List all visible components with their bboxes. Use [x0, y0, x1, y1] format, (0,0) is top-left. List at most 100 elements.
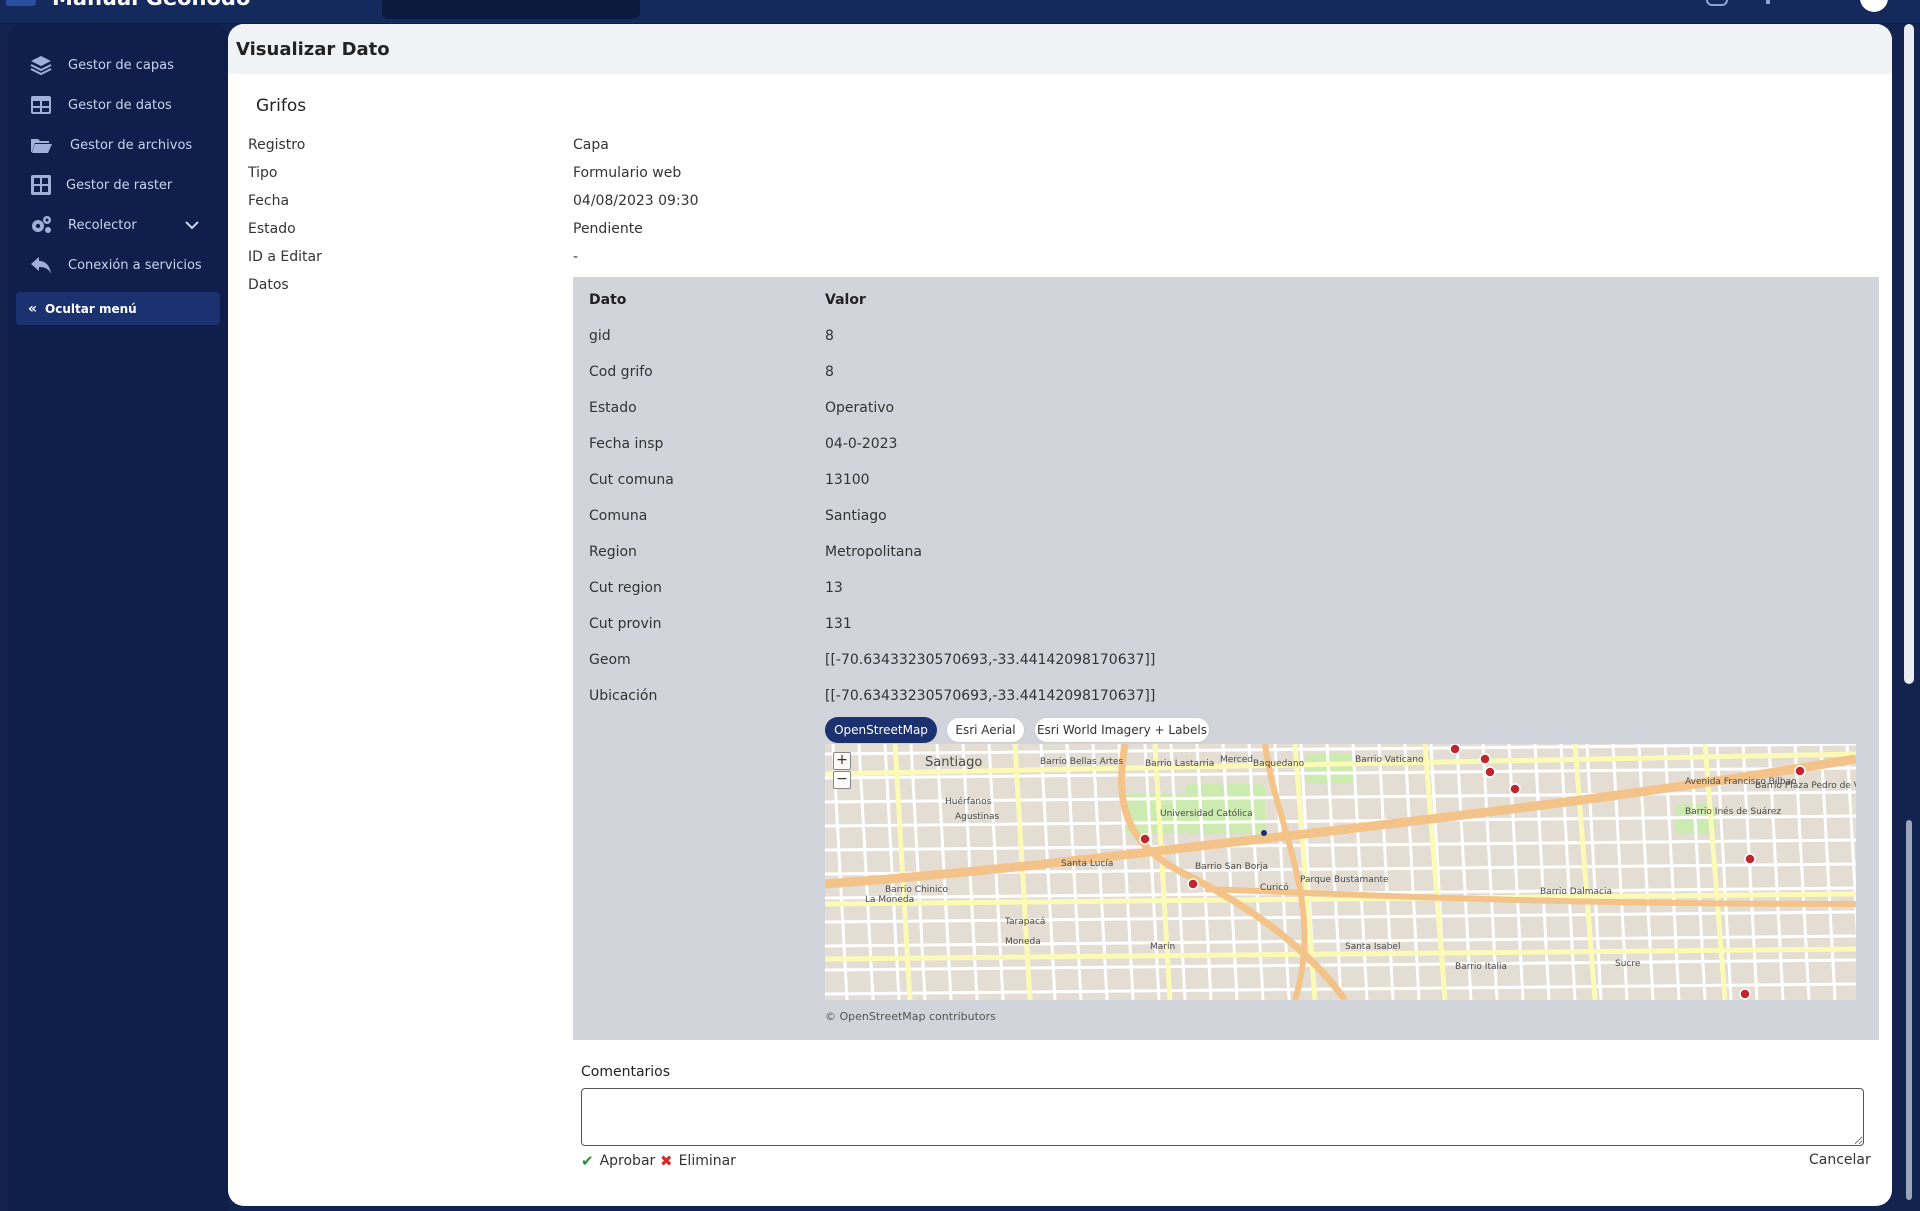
sidebar: Gestor de capas Gestor de datos Gestor d…: [8, 24, 228, 1211]
map-label: Moneda: [1005, 937, 1041, 947]
table-row-value: Operativo: [825, 400, 895, 416]
table-row-value: 13: [825, 580, 843, 596]
approve-button[interactable]: ✔ Aprobar: [581, 1152, 655, 1170]
chevron-down-icon[interactable]: [184, 217, 200, 233]
scrollbar-thumb[interactable]: [1906, 820, 1912, 1200]
zoom-out-button[interactable]: −: [833, 771, 851, 789]
top-nav-tab[interactable]: [382, 0, 640, 19]
table-row-key: Comuna: [589, 508, 648, 524]
sidebar-item-gestor-datos[interactable]: Gestor de datos: [8, 90, 228, 120]
top-bar: Manual Geonodo: [0, 0, 1920, 24]
table-row-key: Region: [589, 544, 637, 560]
sidebar-item-label: Gestor de archivos: [70, 137, 193, 153]
cancel-button[interactable]: Cancelar: [1809, 1152, 1871, 1168]
map-poi-marker: [1794, 765, 1806, 777]
sidebar-item-gestor-capas[interactable]: Gestor de capas: [8, 50, 228, 80]
map-label: Marín: [1150, 942, 1175, 952]
map-label: Curicó: [1260, 882, 1289, 893]
help-icon[interactable]: [1766, 0, 1770, 4]
map-attribution: © OpenStreetMap contributors: [825, 1010, 996, 1023]
table-row-value: [[-70.63433230570693,-33.44142098170637]…: [825, 652, 1156, 668]
scrollbar-track[interactable]: [1904, 24, 1914, 684]
map-poi-marker: [1479, 753, 1491, 765]
map-label: Barrio Chinico: [885, 885, 948, 895]
double-chevron-left-icon: «: [28, 300, 38, 317]
map-label: Tarapacá: [1004, 917, 1045, 927]
delete-button[interactable]: ✖ Eliminar: [660, 1152, 736, 1170]
app-title: Manual Geonodo: [52, 0, 250, 10]
map-layer-esri-aerial-button[interactable]: Esri Aerial: [946, 717, 1025, 743]
page-title: Visualizar Dato: [228, 24, 1892, 74]
fecha-label: Fecha: [248, 193, 290, 209]
comments-textarea[interactable]: [581, 1088, 1864, 1146]
map-poi-marker: [1739, 988, 1751, 1000]
map-label: Huérfanos: [945, 796, 992, 807]
check-icon: ✔: [581, 1152, 594, 1170]
column-header-valor: Valor: [825, 292, 866, 308]
location-map[interactable]: Santiago Barrio Bellas Artes Barrio Lastar…: [825, 744, 1856, 1000]
map-layer-openstreetmap-button[interactable]: OpenStreetMap: [825, 717, 937, 743]
main-card: Visualizar Dato Grifos Registro Capa Tip…: [228, 24, 1892, 1206]
sidebar-item-conexion-servicios[interactable]: Conexión a servicios: [8, 250, 228, 280]
map-label: Baquedano: [1253, 759, 1305, 769]
table-row-value: Santiago: [825, 508, 887, 524]
column-header-dato: Dato: [589, 292, 627, 308]
map-label: Barrio Lastarria: [1145, 759, 1214, 769]
layers-icon: [28, 53, 54, 77]
table-row-value: [[-70.63433230570693,-33.44142098170637]…: [825, 688, 1156, 704]
table-row-value: Metropolitana: [825, 544, 922, 560]
map-label: Barrio Vaticano: [1355, 755, 1424, 765]
map-label: Agustinas: [955, 812, 1000, 822]
fecha-value: 04/08/2023 09:30: [573, 193, 699, 209]
map-layer-esri-world-imagery-button[interactable]: Esri World Imagery + Labels: [1034, 717, 1210, 743]
tipo-label: Tipo: [248, 165, 278, 181]
table-row-key: Geom: [589, 652, 631, 668]
sidebar-item-label: Conexión a servicios: [68, 257, 202, 273]
id-editar-label: ID a Editar: [248, 249, 322, 265]
comments-label: Comentarios: [581, 1064, 671, 1080]
table-icon: [28, 93, 54, 117]
sidebar-item-label: Recolector: [68, 217, 137, 233]
table-row-key: Estado: [589, 400, 637, 416]
table-row-key: Cod grifo: [589, 364, 653, 380]
sidebar-item-gestor-raster[interactable]: Gestor de raster: [8, 170, 228, 200]
app-logo: [6, 0, 36, 6]
map-label: Avenida Francisco Bilbao: [1685, 777, 1797, 787]
table-row-key: gid: [589, 328, 611, 344]
user-avatar[interactable]: [1860, 0, 1888, 12]
map-poi-marker: [1449, 744, 1461, 755]
data-table: Dato Valor gid 8 Cod grifo 8 Estado Oper…: [573, 277, 1879, 1040]
datos-label: Datos: [248, 277, 289, 293]
zoom-in-button[interactable]: +: [833, 752, 851, 770]
map-label: Barrio Dalmacia: [1540, 887, 1612, 897]
map-label: Merced: [1220, 755, 1253, 765]
sidebar-item-recolector[interactable]: Recolector: [8, 210, 228, 240]
table-row-value: 131: [825, 616, 852, 632]
delete-label: Eliminar: [678, 1153, 736, 1169]
sidebar-item-label: Gestor de raster: [66, 177, 173, 193]
map-label: La Moneda: [865, 895, 914, 905]
sidebar-item-label: Gestor de datos: [68, 97, 172, 113]
map-label: Universidad Católica: [1160, 808, 1253, 819]
id-editar-value: -: [573, 249, 579, 265]
map-label: Barrio Inés de Suárez: [1685, 806, 1781, 817]
map-label: Barrio Italia: [1455, 962, 1507, 972]
x-icon: ✖: [660, 1152, 673, 1170]
map-label: Santa Isabel: [1345, 942, 1400, 952]
table-row-value: 8: [825, 364, 834, 380]
hide-menu-button[interactable]: « Ocultar menú: [16, 292, 220, 325]
map-label: Barrio San Borja: [1195, 862, 1268, 872]
sidebar-item-gestor-archivos[interactable]: Gestor de archivos: [8, 130, 228, 160]
map-poi-marker: [1187, 878, 1199, 890]
table-row-value: 8: [825, 328, 834, 344]
map-label: Barrio Bellas Artes: [1040, 757, 1123, 767]
table-row-value: 04-0-2023: [825, 436, 898, 452]
gears-icon: [28, 213, 54, 237]
notification-bell-icon[interactable]: [1706, 0, 1728, 6]
layer-name: Grifos: [256, 96, 307, 116]
table-row-key: Fecha insp: [589, 436, 664, 452]
table-row-key: Cut comuna: [589, 472, 674, 488]
registro-label: Registro: [248, 137, 306, 153]
tipo-value: Formulario web: [573, 165, 682, 181]
map-tiles: Santiago Barrio Bellas Artes Barrio Lastar…: [825, 744, 1856, 1000]
